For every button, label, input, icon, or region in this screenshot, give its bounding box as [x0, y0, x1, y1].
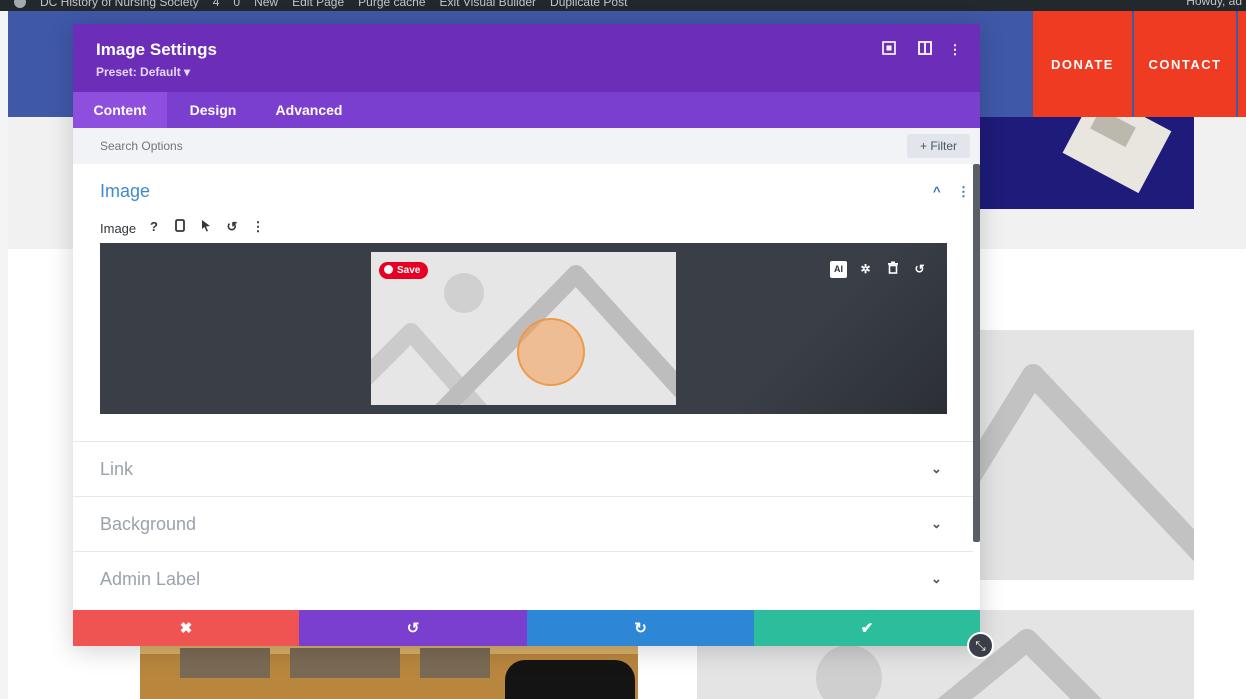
image-section-title[interactable]: Image: [100, 181, 150, 202]
modal-header[interactable]: Image Settings Preset: Default ▾ ⋮: [73, 24, 980, 92]
redo-icon: ↻: [634, 620, 647, 637]
undo-button[interactable]: ↺: [299, 610, 527, 646]
resize-handle[interactable]: ⤡: [967, 632, 994, 659]
reset-icon[interactable]: ↺: [224, 219, 240, 235]
admin-bar-edit-page[interactable]: Edit Page: [292, 0, 344, 9]
click-indicator: [517, 318, 585, 386]
trash-icon[interactable]: [884, 261, 901, 278]
mobile-icon[interactable]: [172, 219, 188, 235]
admin-bar-new[interactable]: New: [254, 0, 278, 9]
close-icon: ✖: [179, 620, 193, 637]
admin-bar-updates[interactable]: 4: [213, 0, 220, 9]
modal-footer: ✖ ↺ ↻ ✔: [73, 610, 980, 646]
chevron-up-icon[interactable]: ^: [933, 184, 941, 199]
page-photo-display: [978, 117, 1194, 209]
settings-scrollbar[interactable]: [973, 164, 980, 542]
tab-advanced[interactable]: Advanced: [269, 92, 349, 128]
columns-icon[interactable]: [915, 41, 935, 59]
admin-bar-exit-builder[interactable]: Exit Visual Builder: [440, 0, 537, 9]
image-preview[interactable]: Save: [371, 252, 676, 405]
more-vertical-icon[interactable]: ⋮: [957, 184, 970, 200]
settings-scroll-area: Image ^ ⋮ Image ? ↺ ⋮ Save AI ✲ ↺ Link ⌄…: [73, 164, 980, 610]
settings-tabs: Content Design Advanced: [73, 92, 980, 128]
wordpress-logo-icon[interactable]: [14, 0, 26, 8]
image-upload-area[interactable]: Save AI ✲ ↺: [100, 243, 947, 414]
mountain-placeholder-icon: [978, 364, 1194, 562]
tab-design[interactable]: Design: [178, 92, 248, 128]
pointer-icon[interactable]: [198, 219, 214, 235]
gear-icon[interactable]: ✲: [857, 261, 874, 278]
search-options-input[interactable]: [100, 137, 500, 155]
toggle-link[interactable]: Link ⌄: [73, 441, 973, 496]
redo-button[interactable]: ↻: [527, 610, 754, 646]
nav-extra-button[interactable]: [1238, 11, 1246, 117]
cancel-button[interactable]: ✖: [73, 610, 299, 646]
filter-button[interactable]: + Filter: [907, 134, 970, 158]
help-icon[interactable]: ?: [146, 219, 162, 235]
page-photo-lobby: [140, 640, 638, 699]
chevron-down-icon[interactable]: ⌄: [931, 571, 942, 587]
image-settings-modal: Image Settings Preset: Default ▾ ⋮ Conte…: [73, 24, 980, 646]
page-image-placeholder: [978, 330, 1194, 580]
pinterest-save-label: Save: [397, 265, 421, 276]
toggle-background-label: Background: [100, 514, 197, 534]
admin-bar: DC History of Nursing Society 4 0 New Ed…: [0, 0, 1246, 11]
toggle-link-label: Link: [100, 459, 134, 479]
resize-icon: ⤡: [975, 637, 986, 653]
preset-selector[interactable]: Preset: Default ▾: [96, 65, 190, 79]
tab-content[interactable]: Content: [73, 92, 167, 128]
nav-donate-button[interactable]: DONATE: [1033, 11, 1132, 117]
toggle-admin-label-label: Admin Label: [100, 569, 201, 589]
reset-icon[interactable]: ↺: [911, 261, 928, 278]
modal-title: Image Settings: [96, 40, 217, 59]
admin-bar-howdy[interactable]: Howdy, ad: [1186, 0, 1242, 8]
nav-contact-button[interactable]: CONTACT: [1134, 11, 1236, 117]
admin-bar-site-name[interactable]: DC History of Nursing Society: [40, 0, 199, 9]
more-vertical-icon[interactable]: ⋮: [250, 219, 266, 235]
chevron-down-icon[interactable]: ⌄: [931, 516, 942, 532]
screenshot-icon[interactable]: [879, 41, 899, 59]
more-vertical-icon[interactable]: ⋮: [945, 41, 965, 59]
upload-actions: AI ✲ ↺: [830, 261, 928, 278]
search-row: + Filter: [73, 128, 980, 164]
ai-icon[interactable]: AI: [830, 261, 847, 278]
admin-bar-purge-cache[interactable]: Purge cache: [358, 0, 425, 9]
check-icon: ✔: [860, 620, 874, 637]
admin-bar-comments[interactable]: 0: [233, 0, 240, 9]
toggle-background[interactable]: Background ⌄: [73, 496, 973, 551]
save-button[interactable]: ✔: [754, 610, 980, 646]
undo-icon: ↺: [406, 620, 420, 637]
chevron-down-icon[interactable]: ⌄: [931, 461, 942, 477]
admin-bar-duplicate-post[interactable]: Duplicate Post: [550, 0, 627, 9]
pinterest-icon: [384, 265, 393, 274]
toggle-admin-label[interactable]: Admin Label ⌄: [73, 551, 973, 606]
pinterest-save-button[interactable]: Save: [379, 262, 429, 279]
image-field-label: Image: [100, 221, 137, 236]
